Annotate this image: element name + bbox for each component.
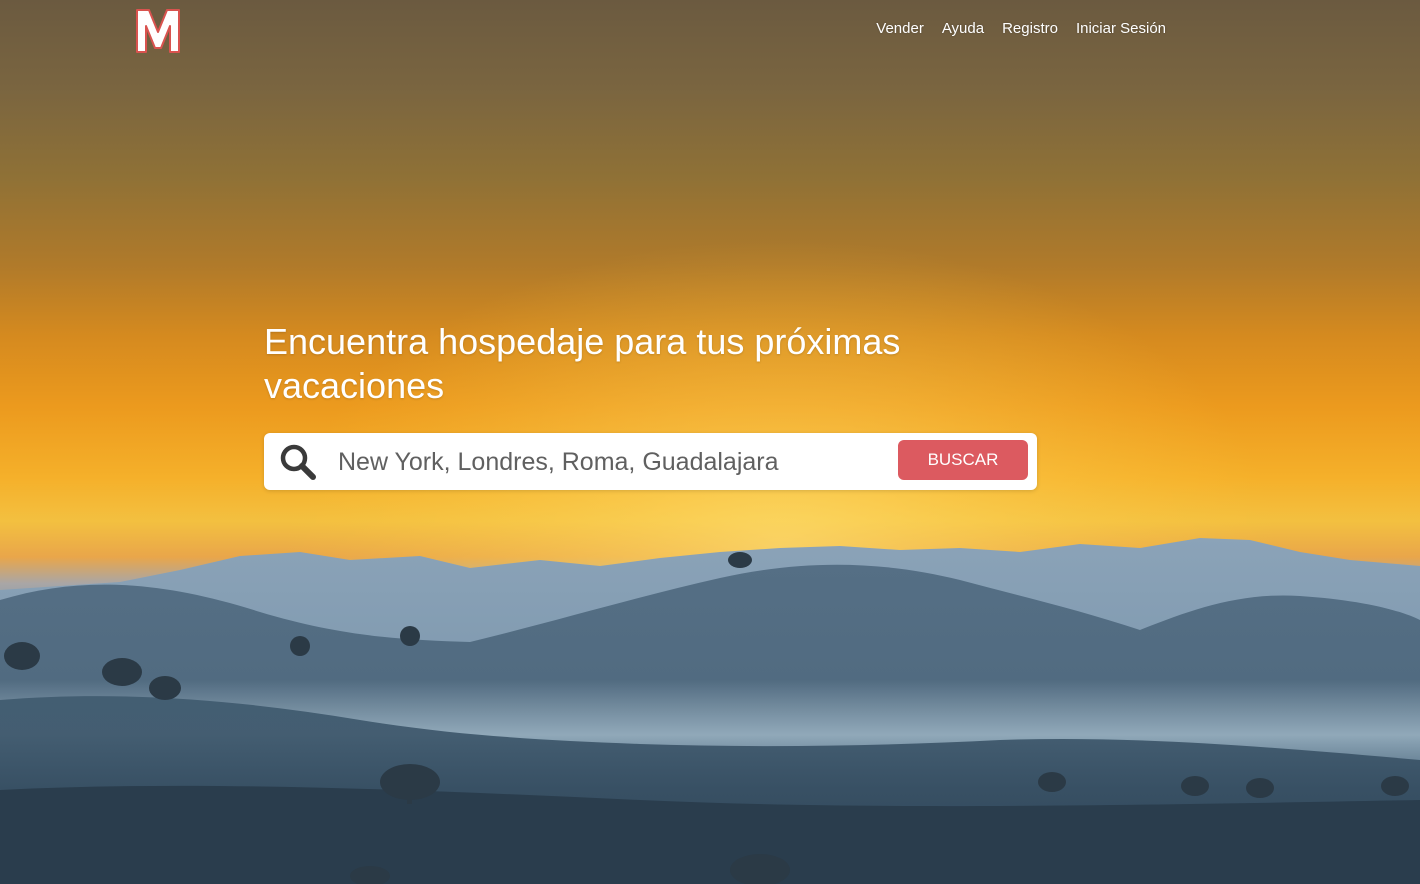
logo[interactable] [134, 6, 182, 56]
nav-ayuda-link[interactable]: Ayuda [942, 20, 984, 37]
search-bar: BUSCAR [264, 433, 1037, 490]
nav-registro-link[interactable]: Registro [1002, 20, 1058, 37]
search-button[interactable]: BUSCAR [898, 440, 1028, 480]
hero-headline: Encuentra hospedaje para tus próximas va… [264, 321, 901, 406]
nav-vender-link[interactable]: Vender [876, 20, 924, 37]
hero-section: Vender Ayuda Registro Iniciar Sesión Enc… [0, 0, 1420, 884]
nav-iniciar-sesion-link[interactable]: Iniciar Sesión [1076, 20, 1166, 37]
top-nav: Vender Ayuda Registro Iniciar Sesión [876, 20, 1166, 37]
search-icon [280, 444, 316, 480]
search-input[interactable] [338, 443, 878, 481]
